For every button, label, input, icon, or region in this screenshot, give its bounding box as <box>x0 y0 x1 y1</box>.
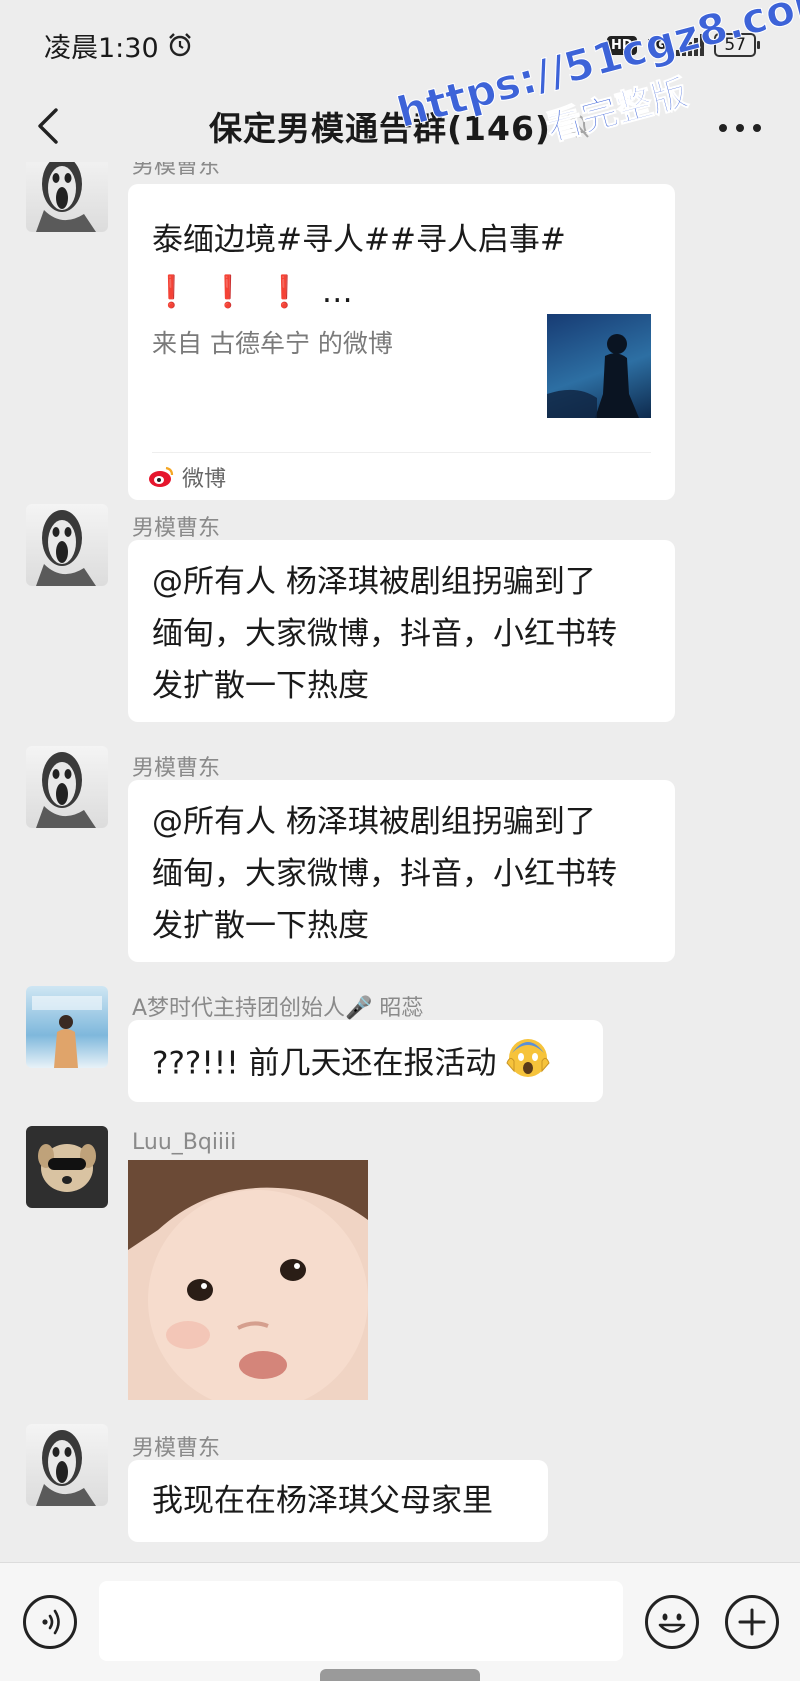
battery-icon: 57 <box>714 33 760 57</box>
sender-name: 男模曹东 <box>132 516 221 541</box>
chevron-left-icon <box>38 108 58 144</box>
chat-input-bar <box>0 1562 800 1681</box>
card-title-tail: … <box>321 274 353 310</box>
sender-name: 男模曹东 <box>132 756 221 781</box>
message-line: 缅甸，大家微博，抖音，小红书转 <box>152 616 617 652</box>
avatar[interactable] <box>26 162 108 232</box>
chat-message-list[interactable]: 男模曹东 泰缅边境#寻人##寻人启事# ❗❗❗… 来自 古德牟宁 的微博 微博 <box>0 162 800 1562</box>
card-footer-label: 微博 <box>182 467 227 492</box>
message-line: @所有人 杨泽琪被剧组拐骗到了 <box>152 564 596 600</box>
signal-icon <box>676 34 705 56</box>
message-line: 发扩散一下热度 <box>152 668 369 704</box>
status-right: HD 5G 57 <box>606 33 760 57</box>
message-line: 缅甸，大家微博，抖音，小红书转 <box>152 856 617 892</box>
status-bar: 凌晨1:30 HD 5G 57 <box>0 0 800 90</box>
sticker-button[interactable] <box>645 1595 699 1649</box>
card-source: 来自 古德牟宁 的微博 <box>152 329 393 358</box>
message-line: 发扩散一下热度 <box>152 908 369 944</box>
scream-face-icon <box>36 510 96 586</box>
message-line: @所有人 杨泽琪被剧组拐骗到了 <box>152 804 596 840</box>
sender-name: A梦时代主持团创始人🎤 昭蕊 <box>132 996 424 1021</box>
alarm-icon <box>168 33 191 57</box>
message-bubble[interactable]: @所有人 杨泽琪被剧组拐骗到了 缅甸，大家微博，抖音，小红书转 发扩散一下热度 <box>128 540 675 722</box>
baby-photo <box>128 1160 368 1400</box>
scream-face-icon <box>36 1430 96 1506</box>
shared-weibo-card[interactable]: 泰缅边境#寻人##寻人启事# ❗❗❗… 来自 古德牟宁 的微博 微博 <box>128 184 675 500</box>
avatar[interactable] <box>26 1424 108 1506</box>
scream-face-icon <box>36 752 96 828</box>
chat-title: 保定男模通告群(146) <box>208 109 552 148</box>
host-photo-icon <box>32 996 102 1068</box>
voice-button[interactable] <box>23 1595 77 1649</box>
sender-name: Luu_Bqiiii <box>132 1130 237 1155</box>
message-text: ???!!! 前几天还在报活动 <box>152 1045 497 1082</box>
card-thumbnail <box>547 314 651 418</box>
message-bubble[interactable]: @所有人 杨泽琪被剧组拐骗到了 缅甸，大家微博，抖音，小红书转 发扩散一下热度 <box>128 780 675 962</box>
card-footer: 微博 <box>148 461 226 493</box>
card-divider <box>152 452 651 453</box>
voice-icon <box>42 1609 60 1635</box>
plus-icon <box>738 1608 766 1636</box>
scream-face-icon <box>36 162 96 232</box>
more-button[interactable] <box>718 112 762 133</box>
dog-photo-icon <box>38 1144 96 1192</box>
more-actions-button[interactable] <box>725 1595 779 1649</box>
message-bubble[interactable]: 我现在在杨泽琪父母家里 <box>128 1460 548 1542</box>
home-indicator[interactable] <box>320 1669 480 1681</box>
status-left: 凌晨1:30 <box>44 26 193 65</box>
sender-name: 男模曹东 <box>132 1436 221 1461</box>
message-text: 我现在在杨泽琪父母家里 <box>152 1483 493 1519</box>
avatar[interactable] <box>26 746 108 828</box>
bell-off-icon <box>567 114 589 138</box>
chat-header: 保定男模通告群(146) <box>0 90 800 162</box>
avatar[interactable] <box>26 986 108 1068</box>
network-type: 5G <box>646 37 667 53</box>
sender-name: 男模曹东 <box>132 162 221 179</box>
weibo-icon <box>149 466 174 487</box>
avatar[interactable] <box>26 504 108 586</box>
image-message[interactable] <box>128 1160 368 1400</box>
card-title: 泰缅边境#寻人##寻人启事# ❗❗❗… <box>152 214 572 318</box>
avatar[interactable] <box>26 1126 108 1208</box>
more-icon <box>719 124 761 132</box>
card-title-text: 泰缅边境#寻人##寻人启事# <box>152 222 566 258</box>
silhouette-image <box>547 334 639 418</box>
smiley-icon <box>658 1613 686 1633</box>
message-input[interactable] <box>99 1581 623 1661</box>
exclamation-icons: ❗❗❗ <box>152 274 322 310</box>
hd-badge: HD <box>606 35 637 55</box>
back-button[interactable] <box>28 98 68 154</box>
status-time: 凌晨1:30 <box>44 32 159 64</box>
battery-level: 57 <box>724 35 746 55</box>
screaming-emoji-icon <box>506 1035 550 1095</box>
message-bubble[interactable]: ???!!! 前几天还在报活动 <box>128 1020 603 1102</box>
